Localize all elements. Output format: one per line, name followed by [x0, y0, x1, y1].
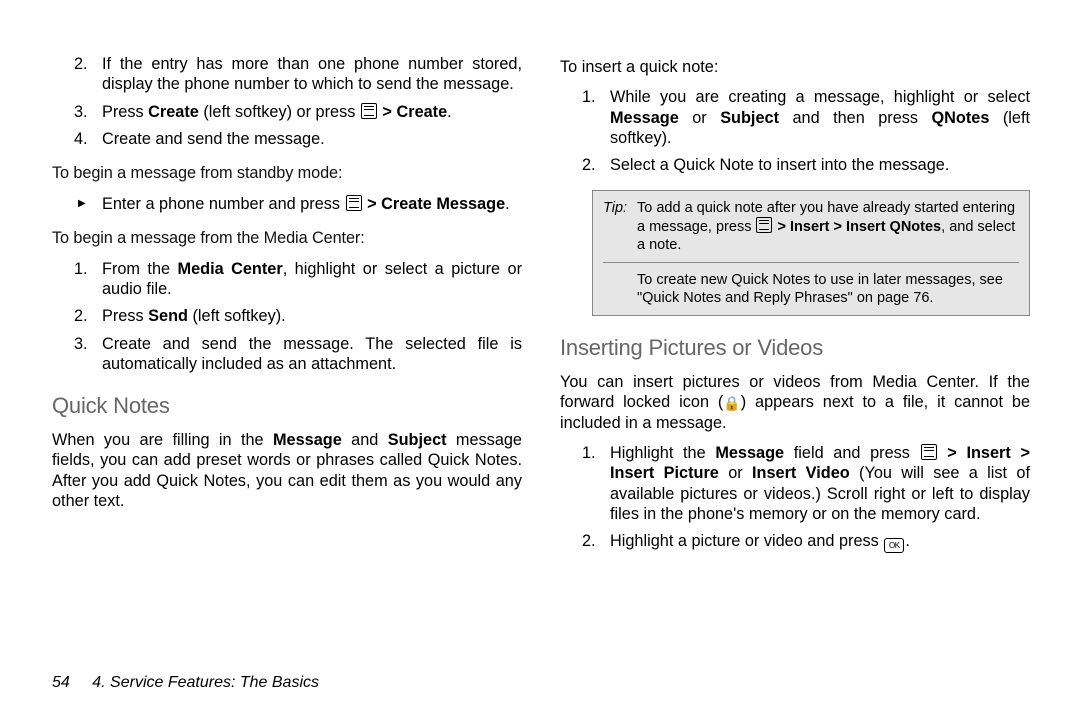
- numbered-list: 1. While you are creating a message, hig…: [560, 87, 1030, 175]
- list-item: 2. If the entry has more than one phone …: [102, 54, 522, 95]
- ui-term: Media Center: [178, 260, 283, 278]
- section-heading-quick-notes: Quick Notes: [52, 392, 522, 420]
- list-number: 3.: [74, 102, 88, 122]
- list-number: 2.: [582, 531, 596, 551]
- ui-term: Message: [715, 444, 784, 462]
- text: Highlight a picture or video and press: [610, 532, 883, 550]
- list-item: 1. Highlight the Message field and press…: [610, 443, 1030, 524]
- menu-option: Insert: [966, 444, 1010, 462]
- text: or: [679, 109, 720, 127]
- text: While you are creating a message, highli…: [610, 88, 1030, 106]
- ok-key-icon: OK: [884, 538, 904, 553]
- list-item: Enter a phone number and press > Create …: [102, 194, 522, 214]
- ui-term: Subject: [388, 431, 447, 449]
- list-item: 3. Press Create (left softkey) or press …: [102, 102, 522, 122]
- list-number: 2.: [74, 54, 88, 74]
- text: Press: [102, 103, 148, 121]
- tip-row: Tip: To add a quick note after you have …: [593, 191, 1029, 262]
- breadcrumb-sep: >: [378, 103, 397, 121]
- list-text: Create and send the message. The selecte…: [102, 335, 522, 373]
- text: or: [719, 464, 752, 482]
- menu-option: Insert QNotes: [846, 219, 941, 235]
- ui-term: Subject: [720, 109, 779, 127]
- ui-term: Message: [610, 109, 679, 127]
- list-item: 2. Press Send (left softkey).: [102, 306, 522, 326]
- menu-option: Insert Picture: [610, 464, 719, 482]
- menu-key-icon: [346, 195, 362, 211]
- text: field and press: [784, 444, 920, 462]
- two-column-layout: 2. If the entry has more than one phone …: [52, 54, 1030, 567]
- numbered-list: 1. From the Media Center, highlight or s…: [52, 259, 522, 375]
- procedure-heading: To begin a message from the Media Center…: [52, 228, 522, 248]
- list-number: 3.: [74, 334, 88, 354]
- text: (left softkey).: [188, 307, 286, 325]
- softkey-label: QNotes: [931, 109, 989, 127]
- menu-key-icon: [361, 103, 377, 119]
- text: and then press: [779, 109, 931, 127]
- tip-text: To add a quick note after you have alrea…: [637, 199, 1019, 254]
- tip-callout: Tip: To add a quick note after you have …: [592, 190, 1030, 317]
- breadcrumb-sep: >: [938, 444, 967, 462]
- page-number: 54: [52, 674, 70, 691]
- breadcrumb-sep: >: [830, 219, 847, 235]
- list-item: 2. Highlight a picture or video and pres…: [610, 531, 1030, 553]
- breadcrumb-sep: >: [1011, 444, 1030, 462]
- list-text: If the entry has more than one phone num…: [102, 55, 522, 93]
- numbered-list: 1. Highlight the Message field and press…: [560, 443, 1030, 553]
- tip-label: Tip:: [603, 199, 637, 254]
- arrow-list: Enter a phone number and press > Create …: [52, 194, 522, 214]
- chapter-title: 4. Service Features: The Basics: [92, 674, 319, 691]
- list-number: 4.: [74, 129, 88, 149]
- list-number: 1.: [582, 87, 596, 107]
- menu-option: Insert: [790, 219, 830, 235]
- text: and: [342, 431, 388, 449]
- menu-option: Insert Video: [752, 464, 850, 482]
- list-item: 4. Create and send the message.: [102, 129, 522, 149]
- list-item: 2. Select a Quick Note to insert into th…: [610, 155, 1030, 175]
- text: .: [505, 195, 510, 213]
- list-text: Create and send the message.: [102, 130, 325, 148]
- numbered-list-continued: 2. If the entry has more than one phone …: [52, 54, 522, 149]
- breadcrumb-sep: >: [773, 219, 790, 235]
- page-footer: 54 4. Service Features: The Basics: [52, 674, 319, 692]
- text: When you are filling in the: [52, 431, 273, 449]
- list-number: 1.: [582, 443, 596, 463]
- list-number: 2.: [582, 155, 596, 175]
- manual-page: 2. If the entry has more than one phone …: [0, 0, 1080, 720]
- forward-lock-icon: 🔒: [723, 396, 740, 410]
- text: (left softkey) or press: [199, 103, 360, 121]
- list-text: Select a Quick Note to insert into the m…: [610, 156, 949, 174]
- text: From the: [102, 260, 178, 278]
- ui-term: Message: [273, 431, 342, 449]
- right-column: To insert a quick note: 1. While you are…: [560, 54, 1030, 567]
- tip-text: To create new Quick Notes to use in late…: [637, 271, 1019, 307]
- menu-option: Create Message: [381, 195, 505, 213]
- list-item: 1. While you are creating a message, hig…: [610, 87, 1030, 148]
- procedure-heading: To begin a message from standby mode:: [52, 163, 522, 183]
- text: Highlight the: [610, 444, 715, 462]
- list-item: 3. Create and send the message. The sele…: [102, 334, 522, 375]
- text: Enter a phone number and press: [102, 195, 345, 213]
- list-number: 2.: [74, 306, 88, 326]
- breadcrumb-sep: >: [363, 195, 382, 213]
- list-item: 1. From the Media Center, highlight or s…: [102, 259, 522, 300]
- left-column: 2. If the entry has more than one phone …: [52, 54, 522, 567]
- softkey-label: Send: [148, 307, 188, 325]
- text: .: [447, 103, 452, 121]
- procedure-heading: To insert a quick note:: [560, 57, 1030, 77]
- softkey-label: Create: [148, 103, 199, 121]
- section-heading-inserting-pictures: Inserting Pictures or Videos: [560, 334, 1030, 362]
- menu-key-icon: [921, 444, 937, 460]
- paragraph: You can insert pictures or videos from M…: [560, 372, 1030, 433]
- text: Press: [102, 307, 148, 325]
- list-number: 1.: [74, 259, 88, 279]
- tip-row: To create new Quick Notes to use in late…: [593, 263, 1029, 315]
- text: .: [905, 532, 910, 550]
- menu-key-icon: [756, 217, 772, 233]
- menu-option: Create: [396, 103, 447, 121]
- tip-label-empty: [603, 271, 637, 307]
- paragraph: When you are filling in the Message and …: [52, 430, 522, 511]
